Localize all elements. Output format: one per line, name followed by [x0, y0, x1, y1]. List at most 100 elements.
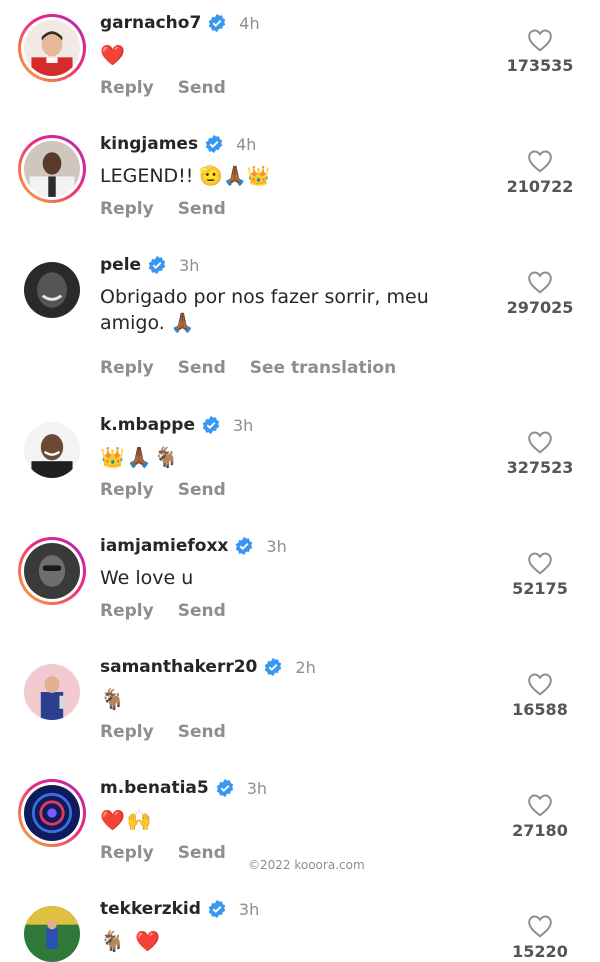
send-button[interactable]: Send [178, 358, 226, 378]
comment-header: m.benatia5 3h [100, 775, 267, 801]
like-column: 210722 [490, 149, 590, 196]
reply-button[interactable]: Reply [100, 480, 154, 500]
heart-icon[interactable] [527, 430, 553, 454]
comment-header: k.mbappe 3h [100, 412, 253, 438]
like-count: 27180 [512, 821, 568, 840]
comment-item: k.mbappe 3h 👑🙏🏾🐐 Reply Send 327523 [0, 402, 600, 523]
like-column: 15220 [490, 914, 590, 961]
send-button[interactable]: Send [178, 78, 226, 98]
comment-actions: Reply Send [100, 78, 226, 98]
send-button[interactable]: Send [178, 199, 226, 219]
comment-header: samanthakerr20 2h [100, 654, 316, 680]
like-count: 15220 [512, 942, 568, 961]
comment-header: garnacho7 4h [100, 10, 260, 36]
comment-actions: Reply Send See translation [100, 358, 396, 378]
username[interactable]: k.mbappe [100, 415, 195, 435]
comment-actions: Reply Send [100, 601, 226, 621]
avatar[interactable] [18, 658, 86, 726]
verified-badge-icon [216, 778, 233, 798]
comment-text: ❤️🙌 [100, 808, 154, 832]
watermark: ©2022 kooora.com [248, 858, 365, 872]
like-column: 297025 [490, 270, 590, 317]
comment-header: kingjames 4h [100, 131, 256, 157]
reply-button[interactable]: Reply [100, 358, 154, 378]
like-column: 27180 [490, 793, 590, 840]
reply-button[interactable]: Reply [100, 722, 154, 742]
send-button[interactable]: Send [178, 843, 226, 863]
comment-item: garnacho7 4h ❤️ Reply Send 173535 [0, 0, 600, 121]
heart-icon[interactable] [527, 793, 553, 817]
comment-text: 👑🙏🏾🐐 [100, 445, 181, 469]
username[interactable]: iamjamiefoxx [100, 536, 228, 556]
comment-item: kingjames 4h LEGEND!! 🫡🙏🏾👑 Reply Send 21… [0, 121, 600, 242]
avatar[interactable] [18, 14, 86, 82]
comment-actions: Reply Send [100, 480, 226, 500]
comment-time: 4h [239, 13, 260, 33]
comment-text: Obrigado por nos fazer sorrir, meu amigo… [100, 286, 429, 334]
avatar-image [24, 141, 80, 197]
verified-badge-icon [209, 13, 226, 33]
reply-button[interactable]: Reply [100, 199, 154, 219]
reply-button[interactable]: Reply [100, 601, 154, 621]
reply-button[interactable]: Reply [100, 843, 154, 863]
comment-actions: Reply Send [100, 199, 226, 219]
username[interactable]: m.benatia5 [100, 778, 209, 798]
heart-icon[interactable] [527, 672, 553, 696]
comment-item: iamjamiefoxx 3h We love u Reply Send 521… [0, 523, 600, 644]
reply-button[interactable]: Reply [100, 78, 154, 98]
comment-text: 🐐 [100, 687, 127, 711]
verified-badge-icon [208, 899, 226, 919]
comment-time: 4h [236, 134, 257, 154]
verified-badge-icon [265, 657, 282, 677]
comment-text: 🐐 ❤️ [100, 929, 163, 953]
heart-icon[interactable] [527, 551, 553, 575]
username[interactable]: garnacho7 [100, 13, 201, 33]
like-count: 16588 [512, 700, 568, 719]
heart-icon[interactable] [527, 149, 553, 173]
avatar[interactable] [18, 537, 86, 605]
comment-time: 2h [295, 657, 316, 677]
comment-item: pele 3h Obrigado por nos fazer sorrir, m… [0, 242, 600, 402]
comment-time: 3h [179, 255, 200, 275]
avatar[interactable] [18, 779, 86, 847]
like-column: 52175 [490, 551, 590, 598]
avatar-image [24, 422, 80, 478]
like-count: 327523 [506, 458, 574, 477]
comment-header: tekkerzkid 3h [100, 896, 259, 922]
like-count: 173535 [506, 56, 574, 75]
verified-badge-icon [202, 415, 220, 435]
like-column: 16588 [490, 672, 590, 719]
username[interactable]: tekkerzkid [100, 899, 201, 919]
verified-badge-icon [148, 255, 166, 275]
avatar-image [24, 906, 80, 962]
comment-item: tekkerzkid 3h 🐐 ❤️ 15220 [0, 886, 600, 962]
avatar-image [24, 664, 80, 720]
comment-actions: Reply Send [100, 722, 226, 742]
avatar[interactable] [18, 135, 86, 203]
avatar[interactable] [18, 416, 86, 484]
username[interactable]: pele [100, 255, 141, 275]
username[interactable]: samanthakerr20 [100, 657, 257, 677]
heart-icon[interactable] [527, 28, 553, 52]
comment-text: ❤️ [100, 43, 127, 67]
send-button[interactable]: Send [178, 601, 226, 621]
like-column: 327523 [490, 430, 590, 477]
verified-badge-icon [205, 134, 223, 154]
avatar[interactable] [18, 256, 86, 324]
like-count: 52175 [512, 579, 568, 598]
see-translation-button[interactable]: See translation [250, 358, 396, 378]
username[interactable]: kingjames [100, 134, 198, 154]
comment-item: samanthakerr20 2h 🐐 Reply Send 16588 [0, 644, 600, 765]
avatar-image [24, 262, 80, 318]
avatar-image [24, 785, 80, 841]
send-button[interactable]: Send [178, 722, 226, 742]
heart-icon[interactable] [527, 270, 553, 294]
comment-header: iamjamiefoxx 3h [100, 533, 287, 559]
comment-header: pele 3h [100, 252, 199, 278]
comment-text: LEGEND!! 🫡🙏🏾👑 [100, 165, 271, 187]
verified-badge-icon [236, 536, 253, 556]
send-button[interactable]: Send [178, 480, 226, 500]
like-column: 173535 [490, 28, 590, 75]
heart-icon[interactable] [527, 914, 553, 938]
avatar[interactable] [18, 900, 86, 962]
